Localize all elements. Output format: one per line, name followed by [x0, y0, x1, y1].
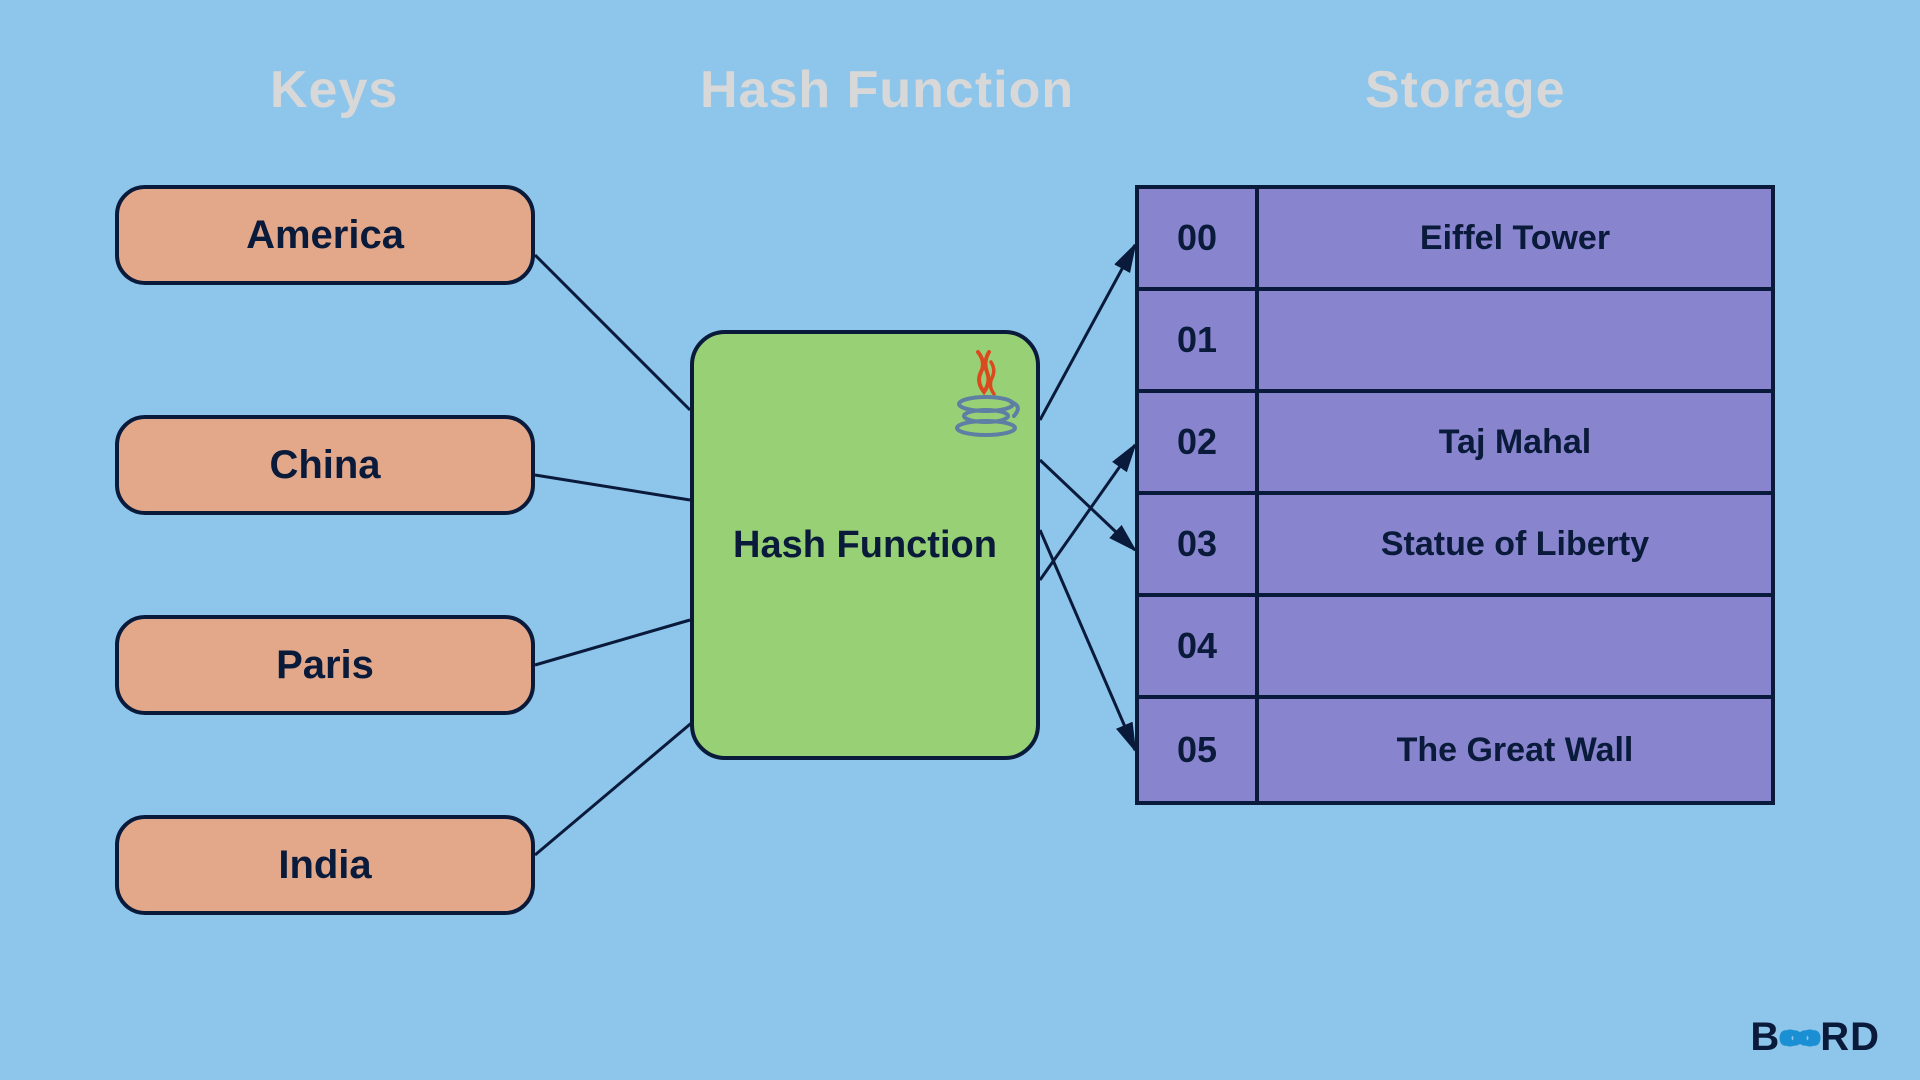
storage-index: 02 [1139, 393, 1259, 491]
storage-row: 04 [1139, 597, 1771, 699]
storage-value [1259, 291, 1771, 389]
key-label: India [278, 843, 371, 888]
storage-table: 00 Eiffel Tower 01 02 Taj Mahal 03 Statu… [1135, 185, 1775, 805]
storage-value: Statue of Liberty [1259, 495, 1771, 593]
key-label: America [246, 213, 404, 258]
storage-index: 04 [1139, 597, 1259, 695]
brand-part1: B [1750, 1015, 1780, 1060]
brand-logo: B RD [1750, 1015, 1880, 1060]
key-item: Paris [115, 615, 535, 715]
java-icon [951, 344, 1021, 444]
header-hash-function: Hash Function [700, 60, 1074, 120]
storage-value: Eiffel Tower [1259, 189, 1771, 287]
key-item: China [115, 415, 535, 515]
storage-row: 01 [1139, 291, 1771, 393]
storage-index: 00 [1139, 189, 1259, 287]
key-item: India [115, 815, 535, 915]
storage-value: The Great Wall [1259, 699, 1771, 801]
storage-row: 05 The Great Wall [1139, 699, 1771, 801]
key-item: America [115, 185, 535, 285]
storage-row: 02 Taj Mahal [1139, 393, 1771, 495]
storage-index: 05 [1139, 699, 1259, 801]
hash-function-box: Hash Function [690, 330, 1040, 760]
infinity-icon [1778, 1024, 1822, 1052]
key-label: China [269, 443, 380, 488]
storage-value: Taj Mahal [1259, 393, 1771, 491]
header-storage: Storage [1365, 60, 1566, 120]
storage-row: 03 Statue of Liberty [1139, 495, 1771, 597]
storage-index: 03 [1139, 495, 1259, 593]
storage-value [1259, 597, 1771, 695]
brand-part2: RD [1820, 1015, 1880, 1060]
storage-row: 00 Eiffel Tower [1139, 189, 1771, 291]
key-label: Paris [276, 643, 374, 688]
header-keys: Keys [270, 60, 398, 120]
storage-index: 01 [1139, 291, 1259, 389]
hash-function-label: Hash Function [733, 524, 997, 567]
